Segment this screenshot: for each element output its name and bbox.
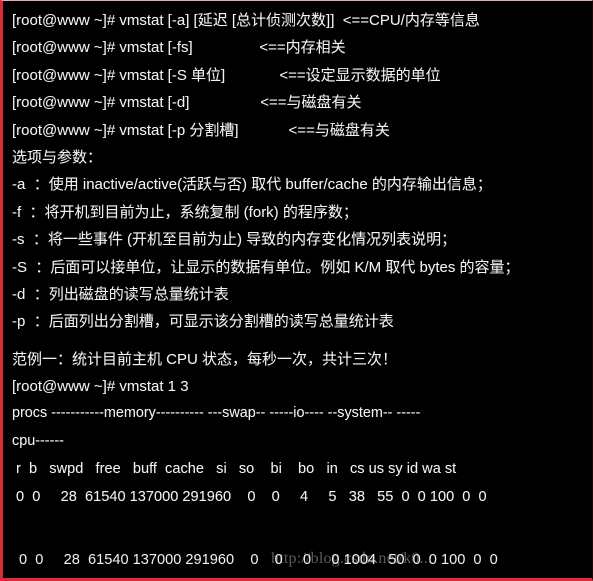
usage-arrow: <==设定显示数据的单位	[279, 66, 441, 84]
option-item: -a ：使用 inactive/active(活跃与否) 取代 buffer/c…	[12, 171, 592, 198]
usage-arrow: <==CPU/内存等信息	[342, 12, 480, 29]
option-desc: ：使用 inactive/active(活跃与否) 取代 buffer/cach…	[33, 176, 492, 194]
usage-gap	[239, 122, 289, 139]
option-flag: -s	[12, 231, 25, 249]
usage-line: [root@www ~]# vmstat [-d] <==与磁盘有关	[12, 89, 592, 116]
vmstat-group-header-line1: procs -----------memory---------- ---swa…	[12, 405, 421, 422]
usage-line: [root@www ~]# vmstat [-a] [延迟 [总计侦测次数]] …	[12, 7, 592, 34]
usage-command: [root@www ~]# vmstat [-a] [延迟 [总计侦测次数]]	[12, 12, 335, 29]
option-flag: -f	[12, 203, 22, 221]
usage-arrow: <==与磁盘有关	[288, 121, 390, 139]
option-flag: -d	[12, 285, 26, 303]
option-item: -s ：将一些事件 (开机至目前为止) 导致的内存变化情况列表说明；	[12, 226, 592, 253]
usage-gap	[225, 67, 279, 84]
vmstat-column-header: r b swpd free buff cache si so bi bo in …	[12, 461, 457, 478]
usage-arrow: <==与磁盘有关	[260, 94, 362, 112]
option-flag-gap	[25, 231, 33, 248]
option-desc: ：后面列出分割槽，可显示该分割槽的读写总量统计表	[33, 313, 394, 331]
option-flag: -S	[12, 258, 27, 276]
option-flag-gap	[25, 176, 33, 193]
option-item: -p ：后面列出分割槽，可显示该分割槽的读写总量统计表	[12, 308, 592, 335]
usage-gap	[334, 12, 342, 29]
option-flag: -a	[12, 176, 26, 194]
usage-arrow: <==内存相关	[259, 39, 346, 57]
options-heading: 选项与参数：	[12, 148, 103, 166]
usage-line: [root@www ~]# vmstat [-S 单位] <==设定显示数据的单…	[12, 62, 592, 89]
usage-gap	[189, 94, 260, 111]
vmstat-group-header-line2: cpu------	[12, 433, 64, 450]
option-desc: ：将一些事件 (开机至目前为止) 导致的内存变化情况列表说明；	[32, 231, 457, 249]
option-desc: ：列出磁盘的读写总量统计表	[33, 285, 229, 303]
example-command: [root@www ~]# vmstat 1 3	[12, 378, 189, 396]
option-desc: ：将开机到目前为止，系统复制 (fork) 的程序数；	[29, 203, 358, 221]
usage-command: [root@www ~]# vmstat [-fs]	[12, 39, 193, 57]
usage-gap	[193, 39, 260, 56]
option-desc: ：后面可以接单位，让显示的数据有单位。例如 K/M 取代 bytes 的容量；	[35, 258, 520, 276]
usage-command: [root@www ~]# vmstat [-d]	[12, 94, 190, 112]
option-item: -S ：后面可以接单位，让显示的数据有单位。例如 K/M 取代 bytes 的容…	[12, 254, 592, 281]
option-item: -d ：列出磁盘的读写总量统计表	[12, 281, 592, 308]
option-flag-gap	[25, 313, 33, 330]
vmstat-data-row: 0 0 28 61540 137000 291960 0 0 4 5 38 55…	[12, 488, 487, 505]
usage-line: [root@www ~]# vmstat [-p 分割槽] <==与磁盘有关	[12, 117, 592, 144]
usage-line: [root@www ~]# vmstat [-fs] <==内存相关	[12, 34, 592, 61]
example-title: 范例一：统计目前主机 CPU 状态，每秒一次，共计三次！	[12, 350, 398, 368]
usage-command: [root@www ~]# vmstat [-S 单位]	[12, 66, 226, 84]
option-flag-gap	[21, 204, 29, 221]
usage-command: [root@www ~]# vmstat [-p 分割槽]	[12, 121, 239, 139]
option-flag: -p	[12, 313, 26, 331]
option-flag-gap	[25, 286, 33, 303]
terminal-window: [root@www ~]# vmstat [-a] [延迟 [总计侦测次数]] …	[0, 0, 593, 581]
option-item: -f ：将开机到目前为止，系统复制 (fork) 的程序数；	[12, 199, 592, 226]
vmstat-data-row: 0 0 28 61540 137000 291960 0 0 0 0 1004 …	[15, 552, 498, 568]
